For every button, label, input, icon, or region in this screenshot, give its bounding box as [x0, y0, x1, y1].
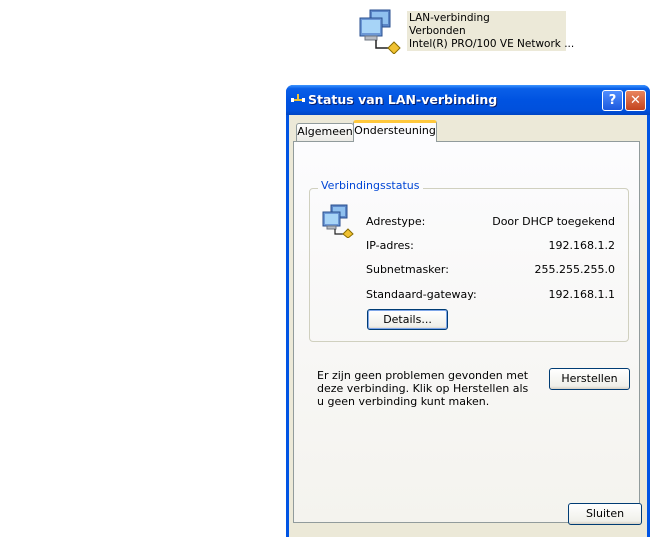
tab-support[interactable]: Ondersteuning: [353, 120, 437, 142]
diagnosis-text: Er zijn geen problemen gevonden met deze…: [317, 369, 529, 408]
address-type-value: Door DHCP toegekend: [492, 215, 615, 228]
support-tab-panel: Verbindingsstatus Adrestype: Door DHCP t…: [293, 141, 640, 523]
close-window-button[interactable]: ✕: [625, 90, 646, 111]
network-plug-icon: [291, 94, 305, 102]
repair-button[interactable]: Herstellen: [549, 368, 630, 390]
dialog-titlebar[interactable]: Status van LAN-verbinding ? ✕: [286, 85, 650, 115]
subnet-mask-value: 255.255.255.0: [534, 263, 615, 276]
connection-adapter: Intel(R) PRO/100 VE Network ...: [409, 38, 575, 50]
lan-connection-label: LAN-verbinding Verbonden Intel(R) PRO/10…: [407, 11, 574, 51]
network-connection-icon: [359, 9, 401, 54]
ip-address-value: 192.168.1.2: [548, 239, 615, 252]
connection-name: LAN-verbinding: [409, 12, 490, 24]
dialog-title: Status van LAN-verbinding: [308, 92, 498, 107]
details-button[interactable]: Details...: [367, 309, 448, 330]
lan-connection-item[interactable]: LAN-verbinding Verbonden Intel(R) PRO/10…: [356, 8, 574, 54]
subnet-mask-label: Subnetmasker:: [366, 263, 449, 276]
network-computers-icon: [322, 204, 354, 238]
group-title: Verbindingsstatus: [318, 179, 423, 192]
lan-status-dialog: Status van LAN-verbinding ? ✕ Algemeen O…: [286, 85, 650, 537]
connection-status: Verbonden: [409, 25, 466, 37]
dialog-client-area: Algemeen Ondersteuning Verbindingsstatus…: [289, 115, 647, 537]
address-type-label: Adrestype:: [366, 215, 426, 228]
ip-address-label: IP-adres:: [366, 239, 414, 252]
default-gateway-label: Standaard-gateway:: [366, 288, 477, 301]
help-button[interactable]: ?: [602, 90, 623, 111]
close-button[interactable]: Sluiten: [568, 503, 642, 525]
tab-general[interactable]: Algemeen: [296, 123, 354, 141]
default-gateway-value: 192.168.1.1: [548, 288, 615, 301]
